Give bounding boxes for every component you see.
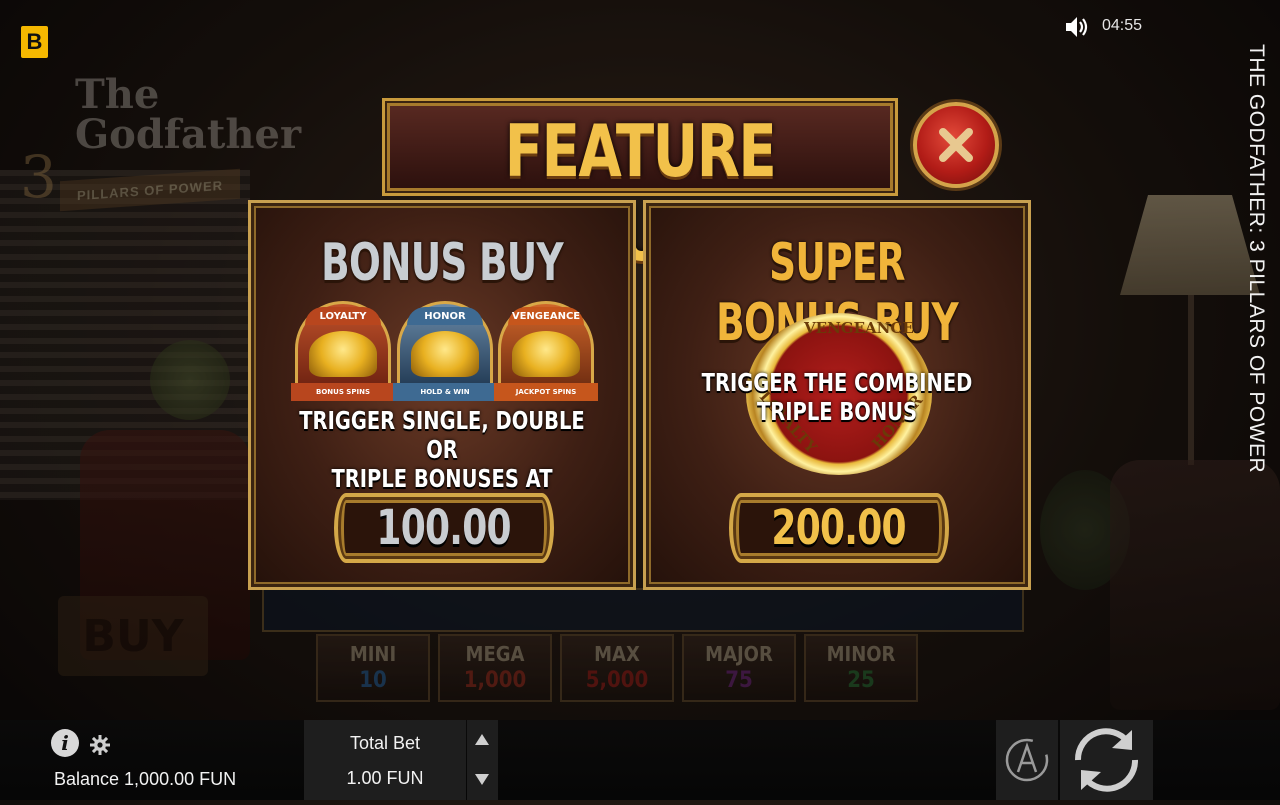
loyalty-badge: LOYALTY BONUS SPINS [291,301,395,401]
bet-stepper [467,720,498,800]
close-x-icon [939,128,973,162]
spin-refresh-icon [1074,728,1139,792]
info-icon[interactable]: i [51,729,79,757]
loyalty-caption: BONUS SPINS [291,383,395,401]
honor-label: HONOR [407,307,483,325]
vengeance-badge: VENGEANCE JACKPOT SPINS [494,301,598,401]
vengeance-label: VENGEANCE [508,307,584,325]
coin-pile-icon [411,331,479,377]
speaker-icon[interactable] [1064,14,1090,40]
close-button[interactable] [913,102,999,188]
brand-logo-badge: B [21,26,48,58]
total-bet-label: Total Bet [349,733,421,753]
clock: 04:55 [1102,17,1143,34]
honor-caption: HOLD & WIN [393,383,497,401]
emblem-label-top: VENGEANCE [804,319,914,337]
desc-line: TRIPLE BONUSES AT [331,464,553,493]
bonus-buy-title: BONUS BUY [321,233,563,293]
super-bonus-buy-description: TRIGGER THE COMBINED TRIPLE BONUS [688,368,986,426]
gear-icon[interactable] [89,734,111,756]
autoplay-button[interactable] [996,720,1058,800]
desc-line: TRIPLE BONUS [756,397,918,426]
super-bonus-buy-panel[interactable]: SUPER BONUS BUY VENGEANCE LOYALTY HONOR … [643,200,1031,590]
bonus-buy-price: 100.00 [376,500,512,556]
coin-pile-icon [309,331,377,377]
coin-pile-icon [512,331,580,377]
super-bonus-buy-price-button[interactable]: 200.00 [729,493,949,563]
loyalty-label: LOYALTY [305,307,381,325]
bet-decrease-icon[interactable] [475,774,489,785]
desc-line: TRIGGER SINGLE, DOUBLE OR [299,406,585,464]
honor-badge: HONOR HOLD & WIN [393,301,497,401]
total-bet-value: 1.00 FUN [346,768,424,788]
bonus-badges: LOYALTY BONUS SPINS HONOR HOLD & WIN VEN… [291,301,601,401]
spin-button[interactable] [1060,720,1153,800]
desc-line: TRIGGER THE COMBINED [701,368,973,397]
bonus-buy-price-button[interactable]: 100.00 [334,493,554,563]
feature-buy-header: FEATURE BUY [382,98,898,277]
vengeance-caption: JACKPOT SPINS [494,383,598,401]
autoplay-icon [1005,738,1049,782]
balance-readout: Balance 1,000.00 FUN [54,769,237,789]
bet-increase-icon[interactable] [475,734,489,745]
super-bonus-buy-price: 200.00 [771,500,907,556]
bonus-buy-panel[interactable]: BONUS BUY LOYALTY BONUS SPINS HONOR HOLD… [248,200,636,590]
game-title-vertical: THE GODFATHER: 3 PILLARS OF POWER [1245,44,1268,474]
total-bet-box: Total Bet 1.00 FUN [304,720,466,800]
